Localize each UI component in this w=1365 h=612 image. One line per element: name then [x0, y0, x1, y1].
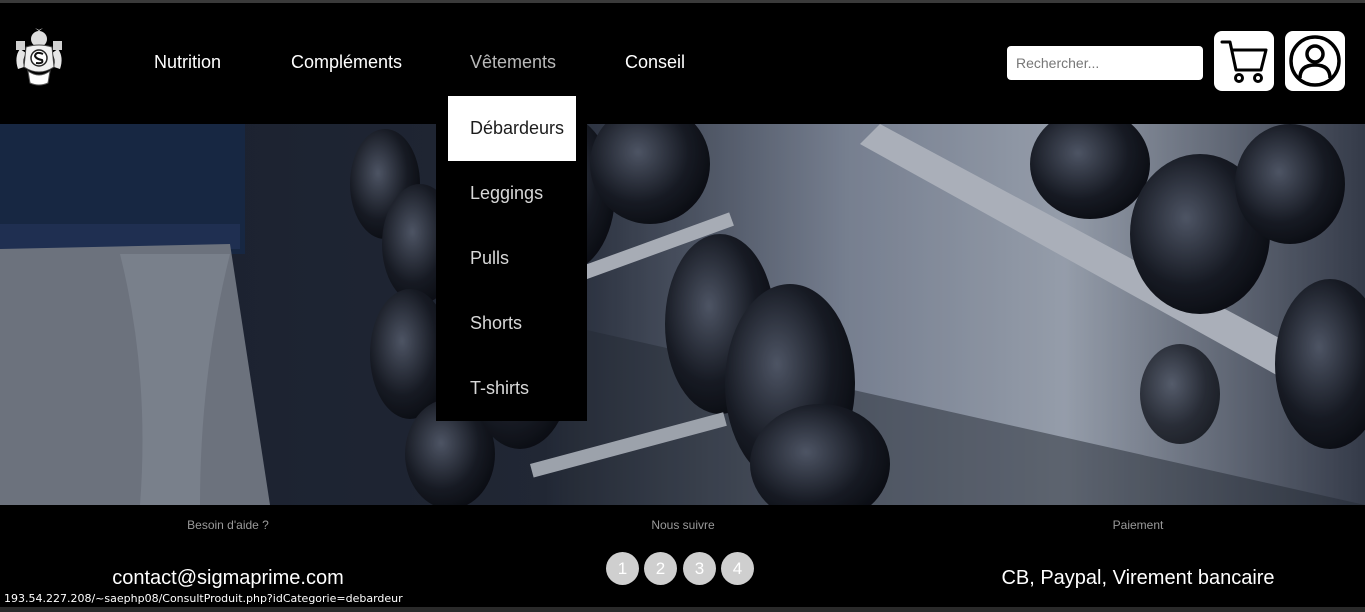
search-input[interactable] — [1007, 46, 1203, 80]
dropdown-item-debardeurs[interactable]: Débardeurs — [448, 96, 576, 161]
social-link-1[interactable]: 1 — [606, 552, 639, 585]
user-icon — [1289, 35, 1341, 87]
contact-email[interactable]: contact@sigmaprime.com — [28, 567, 428, 590]
social-link-3[interactable]: 3 — [683, 552, 716, 585]
nav-vetements[interactable]: Vêtements — [470, 52, 556, 73]
dropdown-item-shorts[interactable]: Shorts — [448, 291, 576, 356]
bodybuilder-logo-icon — [16, 28, 62, 86]
payment-methods: CB, Paypal, Virement bancaire — [1001, 567, 1275, 589]
site-header: Nutrition Compléments Vêtements Conseil — [0, 3, 1365, 124]
hero-image — [0, 124, 1365, 505]
logo[interactable] — [12, 27, 66, 91]
dropdown-item-pulls[interactable]: Pulls — [448, 226, 576, 291]
follow-heading: Nous suivre — [651, 518, 715, 532]
nav-conseil[interactable]: Conseil — [625, 52, 685, 73]
payment-heading: Paiement — [1112, 518, 1164, 532]
cart-icon — [1220, 40, 1268, 83]
cart-button[interactable] — [1214, 31, 1274, 91]
window-bottom-border — [0, 607, 1365, 612]
account-button[interactable] — [1285, 31, 1345, 91]
dropdown-item-tshirts[interactable]: T-shirts — [448, 356, 576, 421]
nav-complements[interactable]: Compléments — [291, 52, 402, 73]
social-link-4[interactable]: 4 — [721, 552, 754, 585]
status-bar-url: 193.54.227.208/~saephp08/ConsultProduit.… — [0, 590, 407, 607]
gym-dumbbells-image — [0, 124, 1365, 505]
dropdown-item-leggings[interactable]: Leggings — [448, 161, 576, 226]
vetements-dropdown-menu: Débardeurs Leggings Pulls Shorts T-shirt… — [436, 96, 587, 421]
social-link-2[interactable]: 2 — [644, 552, 677, 585]
nav-nutrition[interactable]: Nutrition — [154, 52, 221, 73]
help-heading: Besoin d'aide ? — [187, 518, 269, 532]
